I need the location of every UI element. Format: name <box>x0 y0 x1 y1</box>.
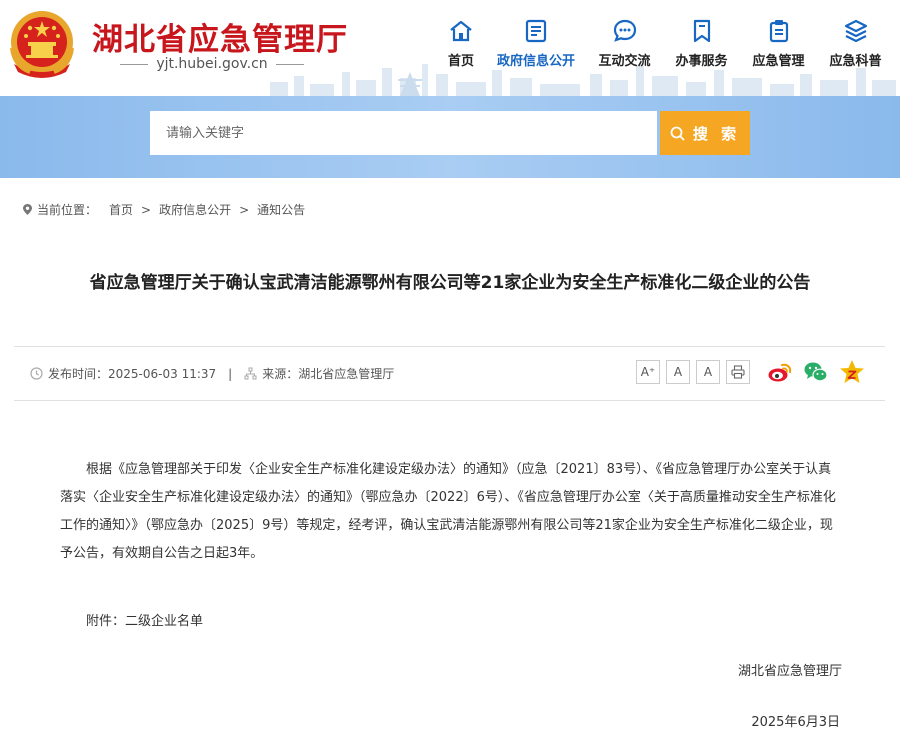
document-icon <box>525 19 547 43</box>
nav-label: 政府信息公开 <box>496 54 575 69</box>
article-meta-bar: 发布时间： 2025-06-03 11:37 | 来源： 湖北省应急管理厅 A⁺… <box>14 346 885 401</box>
site-title[interactable]: 湖北省应急管理厅 <box>92 14 348 59</box>
source-label: 来源： <box>262 367 299 381</box>
breadcrumb-home[interactable]: 首页 <box>109 201 133 218</box>
nav-item-gov-info[interactable]: 政府信息公开 <box>486 18 586 69</box>
nav-item-emergency[interactable]: 应急管理 <box>740 18 817 69</box>
site-domain: yjt.hubei.gov.cn <box>92 56 332 72</box>
breadcrumb-notices[interactable]: 通知公告 <box>257 201 305 218</box>
main-nav: 首页 政府信息公开 互动交流 办事服务 应急管理 应急科普 <box>436 18 894 69</box>
attachment-link[interactable]: 二级企业名单 <box>125 614 203 629</box>
nav-item-home[interactable]: 首页 <box>436 18 486 69</box>
publish-time-label: 发布时间： <box>48 367 109 381</box>
search-button-label: 搜 索 <box>692 124 741 143</box>
attachment-line: 附件：二级企业名单 <box>86 610 203 629</box>
search-input[interactable] <box>150 111 657 155</box>
source-name: 湖北省应急管理厅 <box>298 367 395 381</box>
font-increase-button[interactable]: A⁺ <box>636 360 660 384</box>
font-size-tools: A⁺ A A <box>636 360 750 384</box>
nav-item-services[interactable]: 办事服务 <box>663 18 740 69</box>
printer-icon <box>731 365 745 379</box>
breadcrumb-separator: > <box>141 202 152 217</box>
meta-divider: | <box>228 366 233 381</box>
meta-info: 发布时间： 2025-06-03 11:37 | 来源： 湖北省应急管理厅 <box>30 365 394 382</box>
nav-item-interaction[interactable]: 互动交流 <box>586 18 663 69</box>
article-date: 2025年6月3日 <box>751 715 840 730</box>
clock-icon <box>30 367 43 380</box>
publish-time: 2025-06-03 11:37 <box>108 366 217 381</box>
chat-bubble-icon <box>613 19 636 42</box>
nav-label: 首页 <box>447 54 474 69</box>
breadcrumb-prefix: 当前位置： <box>37 203 98 217</box>
source-network-icon <box>244 367 257 380</box>
location-pin-icon <box>23 204 32 215</box>
home-icon <box>450 20 472 42</box>
search-band: 搜 索 <box>0 96 900 178</box>
print-button[interactable] <box>726 360 750 384</box>
nav-label: 办事服务 <box>675 54 728 69</box>
bookmark-icon <box>693 19 710 43</box>
breadcrumb-separator: > <box>239 202 250 217</box>
nav-item-science[interactable]: 应急科普 <box>817 18 894 69</box>
font-decrease-button[interactable]: A <box>696 360 720 384</box>
wechat-icon[interactable] <box>803 359 829 385</box>
nav-label: 互动交流 <box>598 54 651 69</box>
share-tools <box>767 359 865 385</box>
nav-label: 应急管理 <box>752 54 805 69</box>
search-icon <box>670 126 685 141</box>
national-emblem-logo <box>10 11 74 78</box>
weibo-icon[interactable] <box>767 359 793 385</box>
article-title: 省应急管理厅关于确认宝武清洁能源鄂州有限公司等21家企业为安全生产标准化二级企业… <box>89 273 811 293</box>
nav-label: 应急科普 <box>829 54 882 69</box>
layers-icon <box>844 19 867 43</box>
article-signer: 湖北省应急管理厅 <box>737 664 842 679</box>
breadcrumb: 当前位置： 首页 > 政府信息公开 > 通知公告 <box>22 201 305 218</box>
article-paragraph: 根据《应急管理部关于印发〈企业安全生产标准化建设定级办法〉的通知》（应急〔202… <box>60 462 836 561</box>
breadcrumb-gov-info[interactable]: 政府信息公开 <box>159 201 231 218</box>
search-button[interactable]: 搜 索 <box>660 111 750 155</box>
favorite-star-icon[interactable] <box>839 359 865 385</box>
font-default-button[interactable]: A <box>666 360 690 384</box>
clipboard-icon <box>769 20 788 43</box>
attachment-label: 附件： <box>86 614 126 629</box>
site-header: 湖北省应急管理厅 yjt.hubei.gov.cn 首页 政府信息公开 互动交流 <box>0 0 900 96</box>
article-body: 根据《应急管理部关于印发〈企业安全生产标准化建设定级办法〉的通知》（应急〔202… <box>60 456 842 568</box>
